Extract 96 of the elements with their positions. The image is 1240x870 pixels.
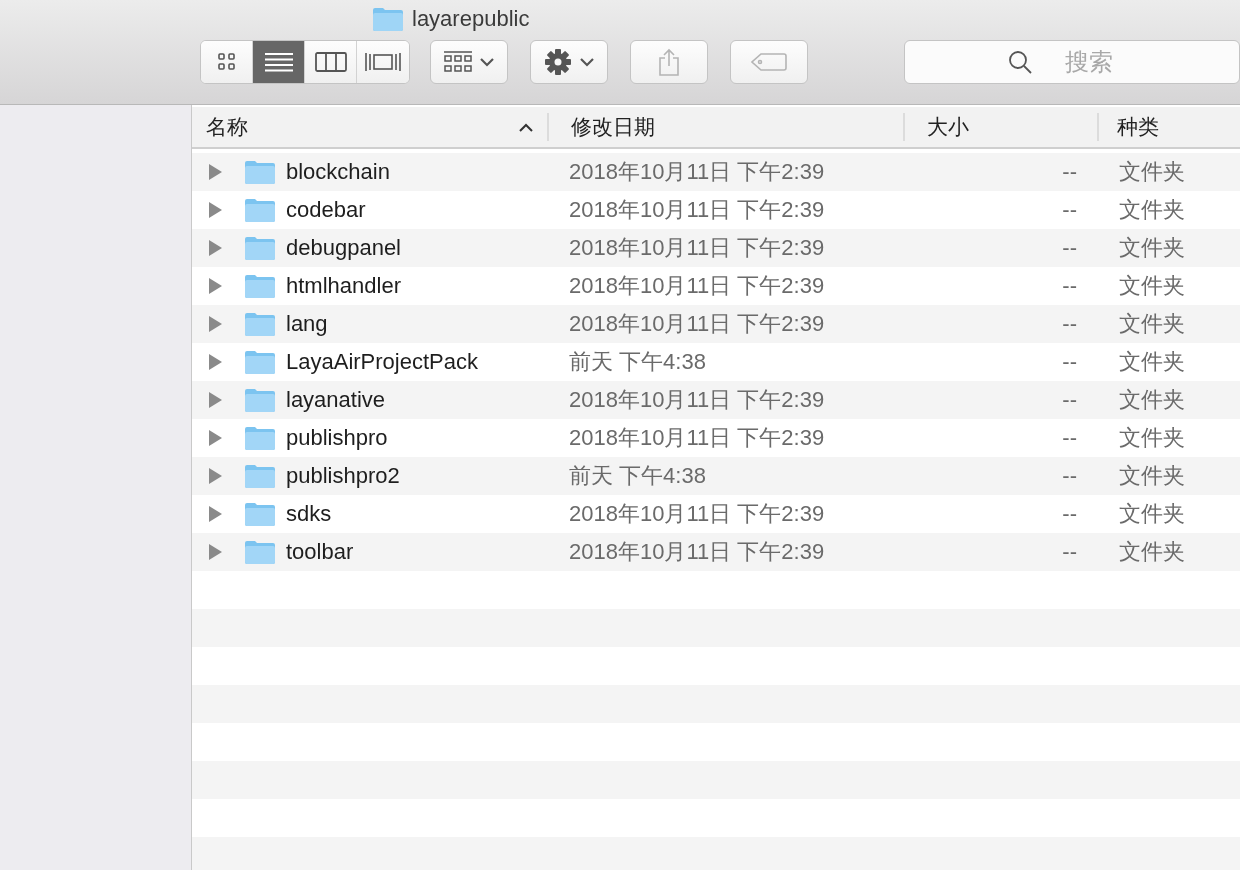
- file-size: --: [1062, 197, 1077, 223]
- modified-date: 2018年10月11日 下午2:39: [569, 310, 825, 338]
- file-size: --: [1062, 349, 1077, 375]
- file-size: --: [1062, 159, 1077, 185]
- file-name: publishpro: [286, 425, 388, 451]
- folder-icon: [244, 463, 276, 489]
- file-name: debugpanel: [286, 235, 401, 261]
- column-header[interactable]: 种类: [1099, 113, 1240, 141]
- search-icon: [1008, 50, 1032, 74]
- list-icon: [264, 52, 293, 72]
- view-mode-button[interactable]: [357, 41, 409, 83]
- disclosure-triangle-icon[interactable]: [208, 544, 222, 560]
- file-row[interactable]: debugpanel 2018年10月11日 下午2:39 -- 文件夹: [192, 229, 1240, 267]
- file-name: sdks: [286, 501, 332, 527]
- file-size: --: [1062, 539, 1077, 565]
- folder-icon: [244, 235, 276, 261]
- modified-date: 2018年10月11日 下午2:39: [569, 234, 825, 262]
- file-size: --: [1062, 387, 1077, 413]
- column-header[interactable]: 大小: [905, 113, 1099, 141]
- file-kind: 文件夹: [1119, 272, 1185, 300]
- file-name: LayaAirProjectPack: [286, 349, 478, 375]
- grid-icon: [216, 52, 237, 72]
- modified-date: 前天 下午4:38: [569, 462, 706, 490]
- file-row[interactable]: blockchain 2018年10月11日 下午2:39 -- 文件夹: [192, 153, 1240, 191]
- column-header[interactable]: 修改日期: [549, 113, 905, 141]
- grid-icon: [444, 51, 472, 73]
- disclosure-triangle-icon[interactable]: [208, 240, 222, 256]
- file-name: lang: [286, 311, 328, 337]
- modified-date: 前天 下午4:38: [569, 348, 706, 376]
- folder-icon: [244, 197, 276, 223]
- file-kind: 文件夹: [1119, 538, 1185, 566]
- file-size: --: [1062, 235, 1077, 261]
- file-name: toolbar: [286, 539, 354, 565]
- file-kind: 文件夹: [1119, 462, 1185, 490]
- file-kind: 文件夹: [1119, 500, 1185, 528]
- file-name: publishpro2: [286, 463, 400, 489]
- modified-date: 2018年10月11日 下午2:39: [569, 158, 825, 186]
- file-kind: 文件夹: [1119, 310, 1185, 338]
- file-row[interactable]: publishpro2 前天 下午4:38 -- 文件夹: [192, 457, 1240, 495]
- disclosure-triangle-icon[interactable]: [208, 202, 222, 218]
- search-field[interactable]: 搜索: [904, 40, 1240, 84]
- modified-date: 2018年10月11日 下午2:39: [569, 538, 825, 566]
- modified-date: 2018年10月11日 下午2:39: [569, 424, 825, 452]
- window-title: layarepublic: [412, 6, 530, 32]
- disclosure-triangle-icon[interactable]: [208, 506, 222, 522]
- file-row[interactable]: layanative 2018年10月11日 下午2:39 -- 文件夹: [192, 381, 1240, 419]
- action-button[interactable]: [530, 40, 608, 84]
- columns-icon: [314, 52, 347, 72]
- file-size: --: [1062, 463, 1077, 489]
- share-icon: [658, 48, 680, 76]
- file-kind: 文件夹: [1119, 196, 1185, 224]
- file-name: htmlhandler: [286, 273, 401, 299]
- file-kind: 文件夹: [1119, 386, 1185, 414]
- view-mode-control[interactable]: [200, 40, 410, 84]
- disclosure-triangle-icon[interactable]: [208, 468, 222, 484]
- file-size: --: [1062, 425, 1077, 451]
- file-kind: 文件夹: [1119, 234, 1185, 262]
- view-mode-button[interactable]: [253, 41, 306, 83]
- file-row[interactable]: toolbar 2018年10月11日 下午2:39 -- 文件夹: [192, 533, 1240, 571]
- modified-date: 2018年10月11日 下午2:39: [569, 386, 825, 414]
- file-kind: 文件夹: [1119, 424, 1185, 452]
- disclosure-triangle-icon[interactable]: [208, 392, 222, 408]
- file-row[interactable]: lang 2018年10月11日 下午2:39 -- 文件夹: [192, 305, 1240, 343]
- folder-icon: [244, 273, 276, 299]
- file-name: codebar: [286, 197, 366, 223]
- column-header[interactable]: 名称: [192, 113, 549, 141]
- coverflow-icon: [365, 52, 402, 72]
- folder-icon: [244, 159, 276, 185]
- file-name: layanative: [286, 387, 386, 413]
- chevron-down-icon: [580, 57, 594, 67]
- folder-icon: [244, 425, 276, 451]
- modified-date: 2018年10月11日 下午2:39: [569, 272, 825, 300]
- file-kind: 文件夹: [1119, 158, 1185, 186]
- modified-date: 2018年10月11日 下午2:39: [569, 196, 825, 224]
- modified-date: 2018年10月11日 下午2:39: [569, 500, 825, 528]
- view-mode-button[interactable]: [305, 41, 358, 83]
- folder-icon: [244, 311, 276, 337]
- arrange-button[interactable]: [430, 40, 508, 84]
- disclosure-triangle-icon[interactable]: [208, 430, 222, 446]
- view-mode-button[interactable]: [201, 41, 253, 83]
- disclosure-triangle-icon[interactable]: [208, 164, 222, 180]
- file-kind: 文件夹: [1119, 348, 1185, 376]
- file-size: --: [1062, 501, 1077, 527]
- file-size: --: [1062, 311, 1077, 337]
- chevron-down-icon: [480, 57, 494, 67]
- folder-icon: [372, 6, 404, 32]
- file-size: --: [1062, 273, 1077, 299]
- folder-icon: [244, 349, 276, 375]
- folder-icon: [244, 501, 276, 527]
- folder-icon: [244, 539, 276, 565]
- tag-icon: [751, 52, 787, 72]
- disclosure-triangle-icon[interactable]: [208, 316, 222, 332]
- disclosure-triangle-icon[interactable]: [208, 278, 222, 294]
- disclosure-triangle-icon[interactable]: [208, 354, 222, 370]
- folder-icon: [244, 387, 276, 413]
- file-name: blockchain: [286, 159, 390, 185]
